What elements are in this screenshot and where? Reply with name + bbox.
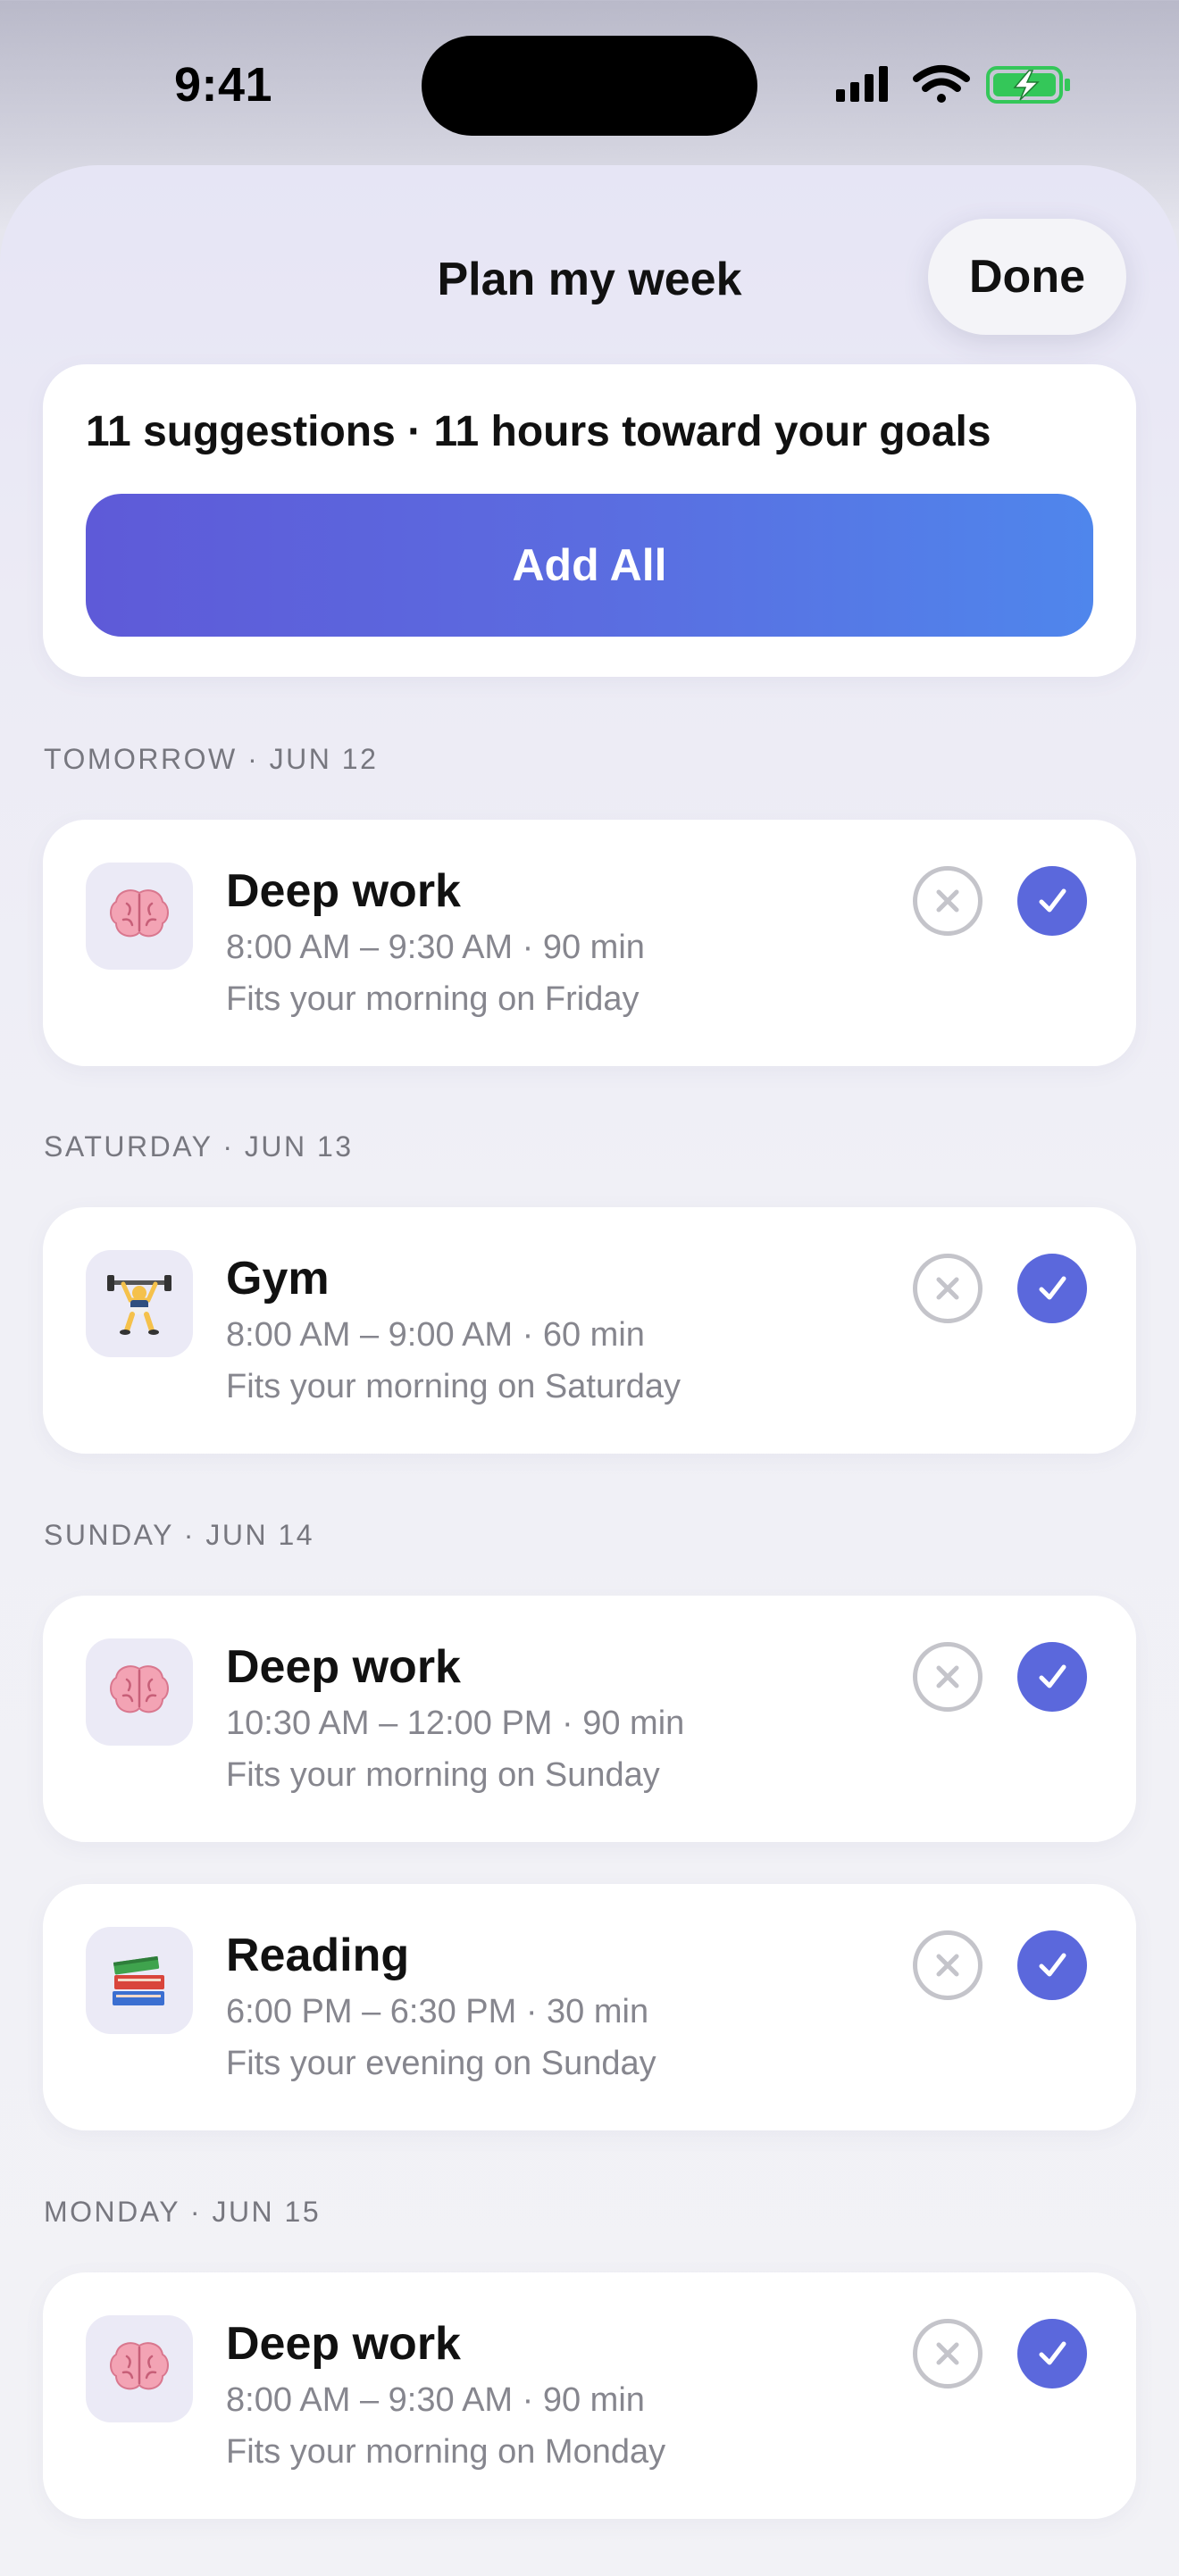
suggestion-note: Fits your morning on Sunday xyxy=(226,1756,660,1794)
close-icon xyxy=(936,889,959,913)
accept-button[interactable] xyxy=(1017,866,1087,936)
checkmark-icon xyxy=(1039,1664,1066,1688)
suggestion-time: 6:00 PM – 6:30 PM · 30 min xyxy=(226,1993,649,2030)
suggestion-note: Fits your morning on Friday xyxy=(226,980,640,1018)
reject-button[interactable] xyxy=(913,866,982,936)
accept-button[interactable] xyxy=(1017,1930,1087,2000)
suggestion-card: Deep work 8:00 AM – 9:30 AM · 90 min Fit… xyxy=(43,820,1136,1066)
section-header-saturday: SATURDAY · JUN 13 xyxy=(44,1130,354,1163)
suggestion-title: Deep work xyxy=(226,2318,461,2370)
status-time: 9:41 xyxy=(174,58,273,112)
suggestion-note: Fits your evening on Sunday xyxy=(226,2045,656,2082)
close-icon xyxy=(936,1665,959,1688)
suggestion-title: Gym xyxy=(226,1253,330,1305)
checkmark-icon xyxy=(1039,1953,1066,1977)
close-icon xyxy=(936,1277,959,1300)
add-all-button[interactable]: Add All xyxy=(86,494,1093,637)
suggestion-note: Fits your morning on Monday xyxy=(226,2433,666,2471)
accept-button[interactable] xyxy=(1017,1642,1087,1712)
reject-button[interactable] xyxy=(913,2319,982,2388)
dynamic-island xyxy=(422,36,757,136)
reject-button[interactable] xyxy=(913,1254,982,1323)
section-header-monday: MONDAY · JUN 15 xyxy=(44,2196,322,2228)
suggestion-title: Reading xyxy=(226,1930,410,1981)
close-icon xyxy=(936,2342,959,2365)
checkmark-icon xyxy=(1039,2341,1066,2365)
accept-button[interactable] xyxy=(1017,2319,1087,2388)
summary-text: 11 suggestions · 11 hours toward your go… xyxy=(86,408,991,455)
suggestion-card: Deep work 10:30 AM – 12:00 PM · 90 min F… xyxy=(43,1596,1136,1842)
suggestion-card: Reading 6:00 PM – 6:30 PM · 30 min Fits … xyxy=(43,1884,1136,2130)
suggestion-title: Deep work xyxy=(226,865,461,917)
wifi-icon xyxy=(913,65,970,103)
battery-charging-icon xyxy=(986,66,1070,104)
status-icons xyxy=(831,63,1090,107)
checkmark-icon xyxy=(1039,1276,1066,1300)
done-button[interactable]: Done xyxy=(928,219,1126,335)
suggestion-card: Deep work 8:00 AM – 9:30 AM · 90 min Fit… xyxy=(43,2272,1136,2519)
summary-card: 11 suggestions · 11 hours toward your go… xyxy=(43,364,1136,677)
books-icon xyxy=(86,1927,193,2034)
checkmark-icon xyxy=(1039,888,1066,913)
suggestion-title: Deep work xyxy=(226,1641,461,1693)
suggestion-note: Fits your morning on Saturday xyxy=(226,1368,681,1405)
suggestion-time: 8:00 AM – 9:30 AM · 90 min xyxy=(226,929,645,966)
reject-button[interactable] xyxy=(913,1930,982,2000)
reject-button[interactable] xyxy=(913,1642,982,1712)
brain-icon xyxy=(86,1638,193,1746)
brain-icon xyxy=(86,2315,193,2422)
section-header-sunday: SUNDAY · JUN 14 xyxy=(44,1519,315,1551)
suggestion-card: Gym 8:00 AM – 9:00 AM · 60 min Fits your… xyxy=(43,1207,1136,1454)
suggestion-time: 10:30 AM – 12:00 PM · 90 min xyxy=(226,1705,685,1742)
close-icon xyxy=(936,1954,959,1977)
cellular-signal-icon xyxy=(836,66,888,102)
accept-button[interactable] xyxy=(1017,1254,1087,1323)
suggestion-time: 8:00 AM – 9:30 AM · 90 min xyxy=(226,2381,645,2419)
section-header-tomorrow: TOMORROW · JUN 12 xyxy=(44,743,379,775)
status-bar: 9:41 xyxy=(0,0,1179,170)
suggestion-time: 8:00 AM – 9:00 AM · 60 min xyxy=(226,1316,645,1354)
weightlifter-icon xyxy=(86,1250,193,1357)
brain-icon xyxy=(86,863,193,970)
